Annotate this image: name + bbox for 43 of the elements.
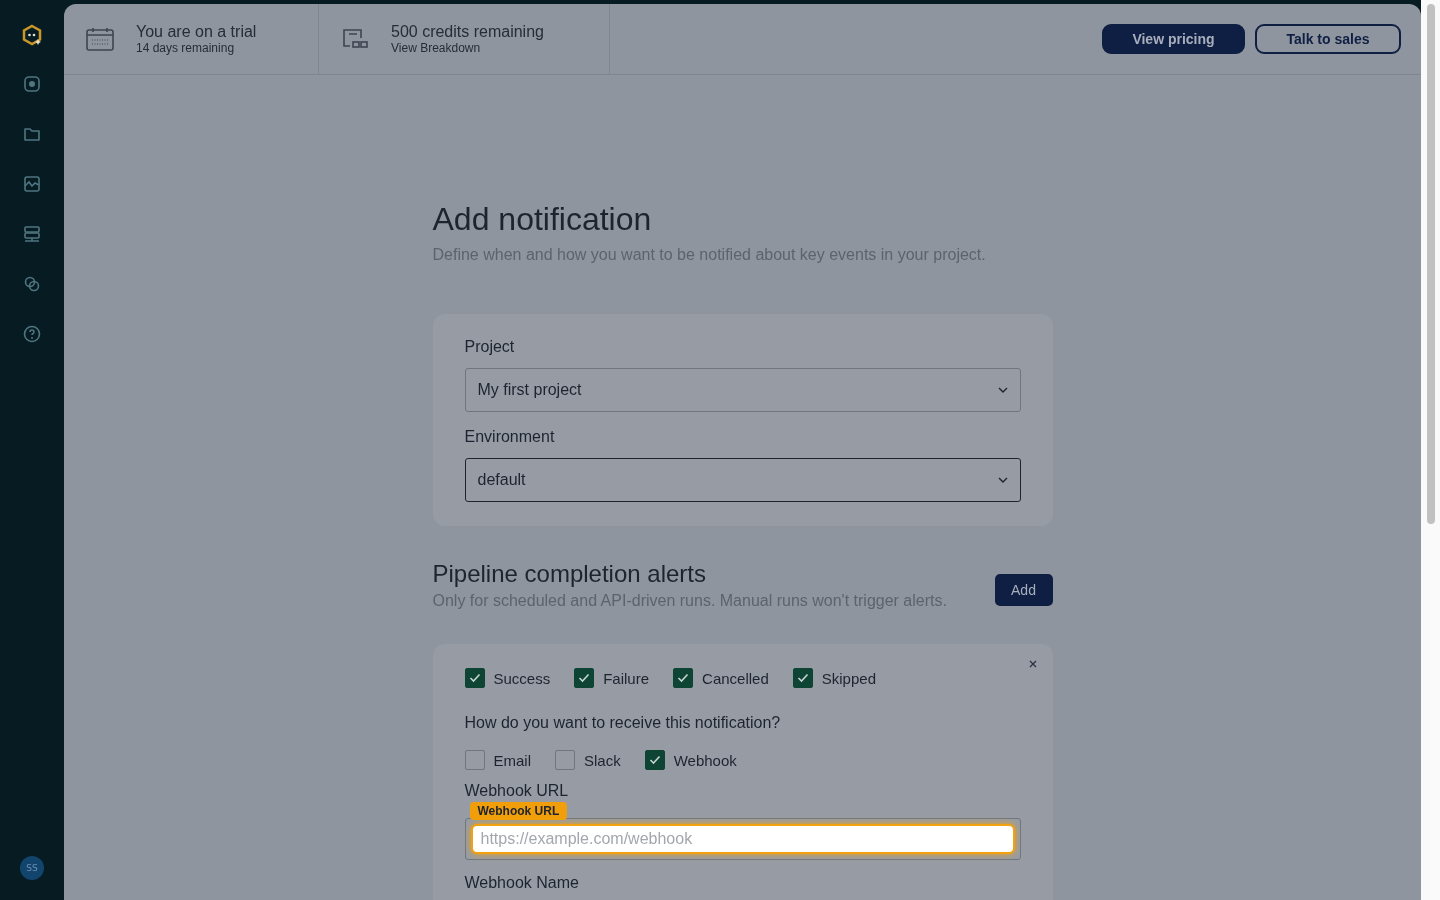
field-label: Webhook Name [464,874,579,892]
scan-icon[interactable] [22,74,42,94]
close-icon[interactable] [1028,660,1037,668]
logo-icon[interactable] [20,24,44,48]
scrollbar[interactable] [1421,0,1440,900]
trial-days-text: 14 days remaining [136,41,236,55]
activity-icon[interactable] [22,174,42,194]
page-title: Add notification [432,201,653,238]
status-checkbox[interactable]: Skipped [792,668,876,688]
calendar-icon [86,27,114,51]
check-icon [578,673,591,683]
check-icon [677,673,690,683]
select-field[interactable]: default [464,458,1021,502]
check-icon [796,673,809,683]
help-icon[interactable] [22,324,42,344]
channel-checkbox[interactable]: Email [464,750,531,770]
chevron-down-icon [997,387,1008,393]
status-checkbox[interactable]: Cancelled [673,668,769,688]
field-label: Environment [464,428,556,446]
credits-icon [341,27,369,51]
check-icon [648,755,661,765]
talk-to-sales-button[interactable]: Talk to sales [1255,24,1401,54]
status-checkbox[interactable]: Success [464,668,551,688]
status-checkbox[interactable]: Failure [574,668,650,688]
trial-title: You are on a trial [136,23,257,41]
circles-icon[interactable] [22,274,42,294]
field-label: Webhook URL [464,782,569,800]
chevron-down-icon [997,477,1008,483]
channel-checkbox[interactable]: Slack [555,750,621,770]
section-title: Pipeline completion alerts [432,560,707,588]
channel-checkbox[interactable]: Webhook [644,750,737,770]
select-field[interactable]: My first project [464,368,1021,412]
webhook-url-input[interactable]: https://example.com/webhook [470,824,1015,854]
field-label: Project [464,338,516,356]
view-pricing-button[interactable]: View pricing [1102,24,1245,54]
check-icon [468,673,481,683]
user-avatar[interactable]: SS [20,856,44,880]
credits-title: 500 credits remaining [391,23,544,41]
server-icon[interactable] [22,224,42,244]
question-text: How do you want to receive this notification? [464,714,782,732]
highlight-tag: Webhook URL [469,802,568,820]
view-breakdown-link[interactable]: View Breakdown [391,41,544,55]
add-button[interactable]: Add [994,574,1053,606]
